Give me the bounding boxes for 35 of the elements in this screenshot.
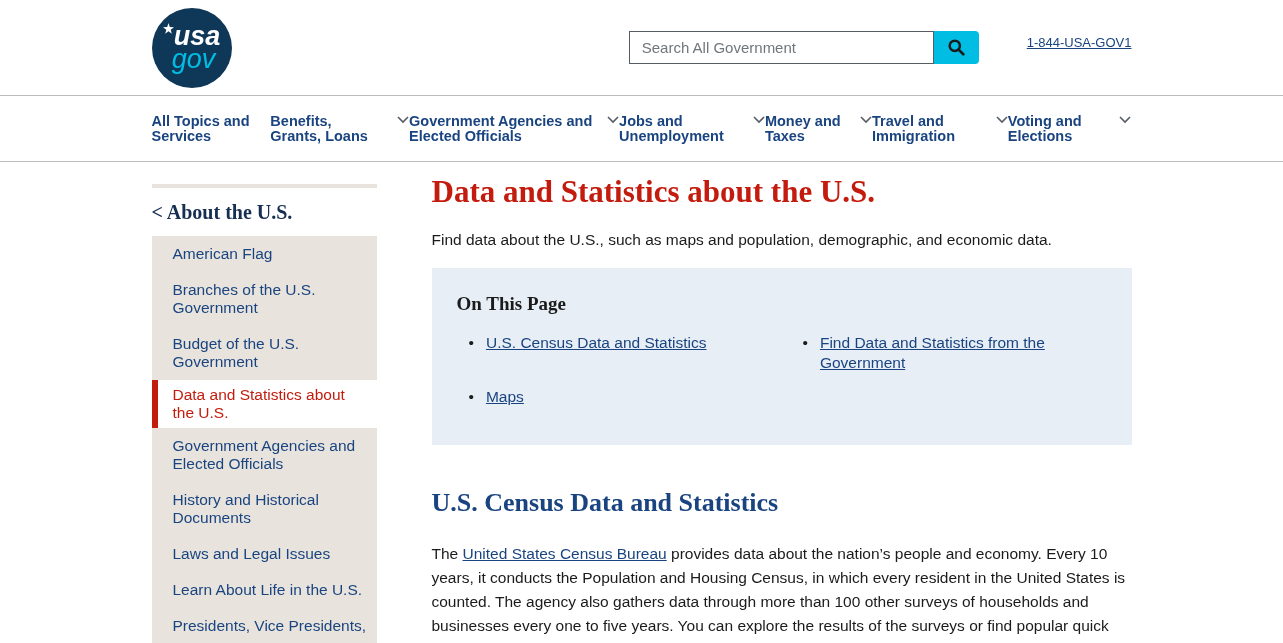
page-section-link[interactable]: U.S. Census Data and Statistics bbox=[485, 332, 707, 353]
nav-menu-item[interactable]: Jobs and Unemployment bbox=[619, 114, 765, 144]
page-section-link[interactable]: Maps bbox=[485, 386, 524, 407]
nav-menu-item[interactable]: Benefits, Grants, Loans bbox=[270, 114, 410, 144]
bullet: • bbox=[468, 386, 474, 407]
section-heading: U.S. Census Data and Statistics bbox=[431, 487, 780, 520]
sidebar-item[interactable]: History and Historical Documents bbox=[151, 482, 377, 536]
census-bureau-link[interactable]: United States Census Bureau bbox=[462, 545, 667, 563]
nav-menu-item[interactable]: All Topics and Services bbox=[151, 114, 271, 144]
sidebar-item[interactable]: American Flag bbox=[151, 236, 377, 272]
sidebar-item[interactable]: Laws and Legal Issues bbox=[151, 536, 377, 572]
search-button[interactable] bbox=[933, 31, 979, 64]
usagov-logo[interactable]: usa gov bbox=[151, 7, 232, 88]
nav-menu-item[interactable]: Voting and Elections bbox=[1007, 114, 1132, 144]
page-section-link[interactable]: Find Data and Statistics from the Government bbox=[819, 332, 1107, 373]
intro-text: Find data about the U.S., such as maps and population, demographic, and economic data. bbox=[431, 230, 1053, 251]
back-link[interactable]: < About the U.S. bbox=[151, 188, 377, 236]
search-field[interactable]: Search All Government bbox=[628, 31, 934, 64]
nav-menu-item[interactable]: Travel and Immigration bbox=[872, 114, 1008, 144]
page-title: Data and Statistics about the U.S. bbox=[431, 175, 877, 210]
body-paragraph: The United States Census Bureau provides data about the nation’s people and economy. Every 10 years, it conducts the Population and Housing Census, in which every resident in the United States is counted. The agency also gathers data through more than 100 other surveys of households and businesses every one to five years. You can explore the results of the surveys or find popular quick bbox=[431, 544, 1127, 637]
bullet: • bbox=[468, 332, 474, 353]
sidebar-item[interactable]: Budget of the U.S. Government bbox=[151, 326, 377, 380]
sidebar-item[interactable]: Learn About Life in the U.S. bbox=[151, 572, 377, 608]
bullet: • bbox=[802, 332, 808, 353]
logo-text: usa bbox=[173, 24, 221, 48]
phone-link[interactable]: 1-844-USA-GOV1 bbox=[1026, 33, 1132, 53]
sidebar-item[interactable]: Presidents, Vice Presidents, bbox=[151, 608, 377, 643]
sidebar-item[interactable]: Branches of the U.S. Government bbox=[151, 272, 377, 326]
nav-menu-item[interactable]: Money and Taxes bbox=[764, 114, 872, 144]
on-this-page-heading: On This Page bbox=[456, 292, 567, 317]
nav-menu-item[interactable]: Government Agencies and Elected Officials bbox=[409, 114, 620, 144]
star-icon bbox=[162, 22, 174, 34]
sidebar-item[interactable]: Government Agencies and Elected Officials bbox=[151, 428, 377, 482]
search-icon bbox=[947, 39, 965, 56]
